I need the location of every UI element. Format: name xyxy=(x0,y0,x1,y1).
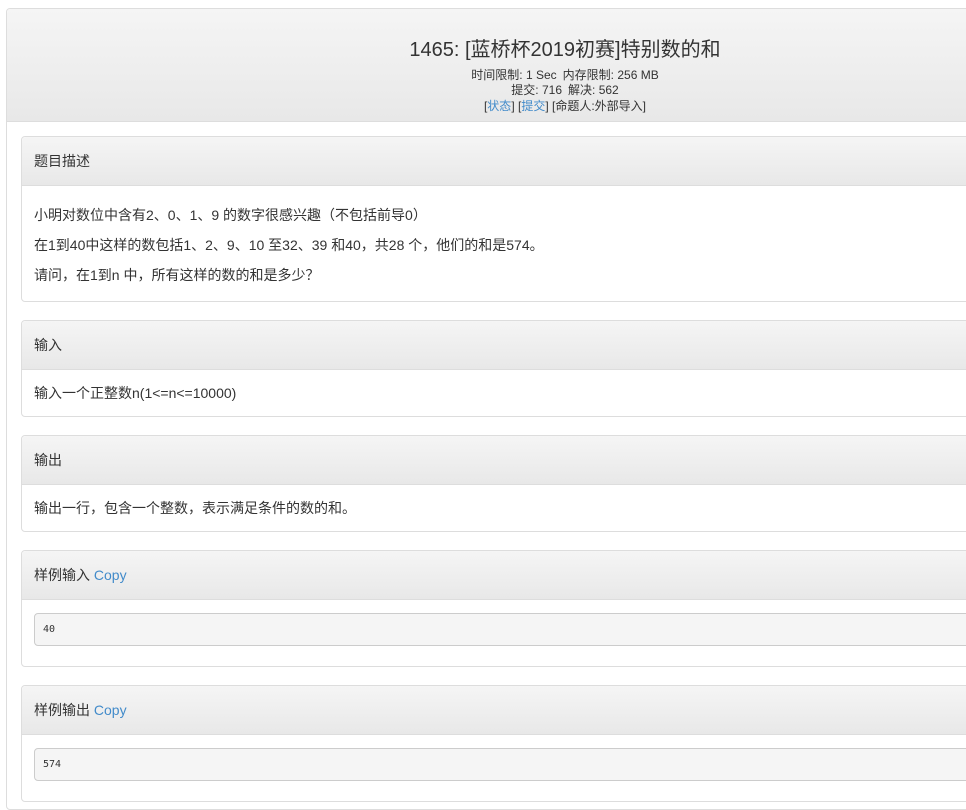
solved-count-label: 解决: xyxy=(568,83,596,97)
sample-input-heading: 样例输入 Copy xyxy=(22,551,966,600)
input-description: 输入一个正整数n(1<=n<=10000) xyxy=(34,385,237,401)
sample-output-panel: 样例输出 Copy 574 xyxy=(21,685,966,802)
description-body: 小明对数位中含有2、0、1、9 的数字很感兴趣（不包括前导0） 在1到40中这样… xyxy=(22,186,966,290)
sample-output-heading: 样例输出 Copy xyxy=(22,686,966,735)
submit-link[interactable]: 提交 xyxy=(521,99,545,113)
page-title: 1465: [蓝桥杯2019初赛]特别数的和 xyxy=(409,39,721,61)
sample-input-title: 样例输入 xyxy=(34,567,90,583)
sample-output-box[interactable]: 574 xyxy=(34,748,966,781)
description-line: 请问，在1到n 中，所有这样的数的和是多少？ xyxy=(34,267,320,283)
status-link[interactable]: 状态 xyxy=(487,99,511,113)
description-heading: 题目描述 xyxy=(22,137,966,186)
memory-limit-value: 256 MB xyxy=(617,68,659,82)
author-label: [命题人:外部导入] xyxy=(552,99,647,113)
time-limit-label: 时间限制: xyxy=(471,68,523,82)
input-body: 输入一个正整数n(1<=n<=10000) xyxy=(22,370,966,408)
description-line: 小明对数位中含有2、0、1、9 的数字很感兴趣（不包括前导0） xyxy=(34,207,427,223)
sample-input-box[interactable]: 40 xyxy=(34,613,966,646)
output-panel: 输出 输出一行，包含一个整数，表示满足条件的数的和。 xyxy=(21,435,966,532)
copy-sample-output-button[interactable]: Copy xyxy=(94,702,127,718)
output-description: 输出一行，包含一个整数，表示满足条件的数的和。 xyxy=(34,500,356,516)
sample-input-panel: 样例输入 Copy 40 xyxy=(21,550,966,667)
memory-limit-label: 内存限制: xyxy=(562,68,614,82)
sample-output-title: 样例输出 xyxy=(34,702,90,718)
time-limit-value: 1 Sec xyxy=(525,68,557,82)
submit-count-label: 提交: xyxy=(511,83,539,97)
output-body: 输出一行，包含一个整数，表示满足条件的数的和。 xyxy=(22,485,966,523)
description-panel: 题目描述 小明对数位中含有2、0、1、9 的数字很感兴趣（不包括前导0） 在1到… xyxy=(21,136,966,302)
submit-count-value: 716 xyxy=(541,83,562,97)
problem-header: 1465: [蓝桥杯2019初赛]特别数的和 时间限制: 1 Sec 内存限制: … xyxy=(7,9,966,122)
input-panel: 输入 输入一个正整数n(1<=n<=10000) xyxy=(21,320,966,417)
copy-sample-input-button[interactable]: Copy xyxy=(94,567,127,583)
solved-count-value: 562 xyxy=(598,83,619,97)
links-line: [状态] [提交] [命题人:外部导入] xyxy=(483,99,647,113)
input-heading: 输入 xyxy=(22,321,966,370)
stats-line: 提交: 716 解决: 562 xyxy=(7,81,966,98)
description-line: 在1到40中这样的数包括1、2、9、10 至32、39 和40，共28 个，他们… xyxy=(34,237,544,253)
output-heading: 输出 xyxy=(22,436,966,485)
